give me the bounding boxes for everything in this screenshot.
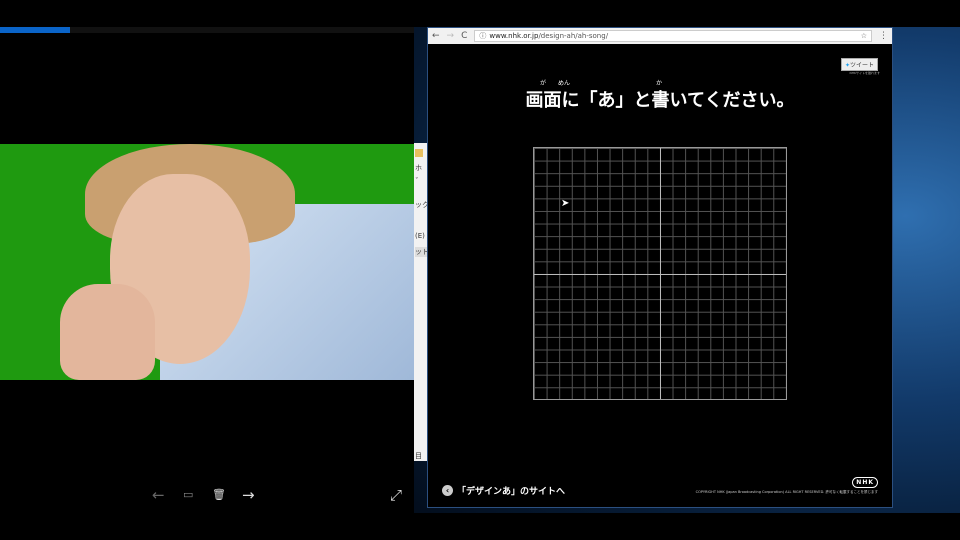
fragment-text: ック bbox=[415, 201, 427, 209]
viewer-controls: ← ▭ 🗑 → ⤢ bbox=[0, 482, 414, 508]
media-viewer: ← ▭ 🗑 → ⤢ bbox=[0, 27, 414, 513]
back-link-label: 「デザインあ」のサイトへ bbox=[457, 487, 566, 497]
tweet-label: ツイート bbox=[849, 62, 874, 69]
fragment-text: (E) bbox=[415, 232, 425, 240]
info-icon[interactable]: ⓘ bbox=[479, 31, 486, 41]
url-path: /design-ah/ah-song/ bbox=[538, 32, 609, 40]
browser-toolbar: ← → C ⓘ www.nhk.or.jp/design-ah/ah-song/… bbox=[428, 28, 892, 44]
fragment-text: 目 bbox=[415, 452, 422, 460]
menu-icon[interactable]: ⋮ bbox=[879, 31, 888, 41]
drawing-canvas[interactable]: ➤ bbox=[533, 147, 787, 400]
top-bar bbox=[0, 0, 960, 27]
previous-button[interactable]: ← bbox=[152, 486, 165, 504]
fragment-text: ットワ bbox=[415, 247, 427, 257]
bottom-bar bbox=[0, 513, 960, 540]
fragment-text: ˇ bbox=[415, 177, 419, 185]
tweet-note: NHKサイトを離れます bbox=[849, 71, 880, 75]
chevron-left-icon: ‹ bbox=[442, 485, 453, 496]
forward-button[interactable]: → bbox=[447, 31, 455, 41]
bookmark-star-icon[interactable]: ☆ bbox=[861, 32, 867, 40]
hand bbox=[60, 284, 155, 380]
background-window-edge: ホ ˇ ック (E) ットワ 目 bbox=[414, 143, 427, 461]
address-bar[interactable]: ⓘ www.nhk.or.jp/design-ah/ah-song/ ☆ bbox=[474, 30, 872, 42]
tweet-button[interactable]: ✦ツイート bbox=[840, 58, 878, 71]
mouse-cursor-icon: ➤ bbox=[561, 198, 570, 209]
design-ah-site-link[interactable]: ‹ 「デザインあ」のサイトへ bbox=[442, 484, 565, 497]
progress-fill bbox=[0, 27, 71, 33]
back-button[interactable]: ← bbox=[432, 31, 440, 41]
delete-icon[interactable]: 🗑 bbox=[212, 488, 226, 501]
comment-icon[interactable]: ▭ bbox=[183, 488, 193, 501]
video-frame bbox=[0, 144, 414, 380]
folder-icon bbox=[415, 149, 423, 157]
browser-window: ← → C ⓘ www.nhk.or.jp/design-ah/ah-song/… bbox=[427, 27, 893, 508]
reload-button[interactable]: C bbox=[461, 31, 467, 41]
expand-icon[interactable]: ⤢ bbox=[390, 486, 402, 504]
nhk-logo[interactable]: NHK bbox=[852, 477, 878, 488]
fragment-text: ホ bbox=[415, 164, 422, 172]
page-title: 画面に「あ」と書いてください。 bbox=[525, 90, 795, 111]
url-host: www.nhk.or.jp bbox=[489, 32, 539, 40]
next-button[interactable]: → bbox=[242, 486, 255, 504]
copyright: COPYRIGHT NHK (Japan Broadcasting Corpor… bbox=[695, 490, 878, 494]
progress-bar bbox=[0, 27, 414, 33]
